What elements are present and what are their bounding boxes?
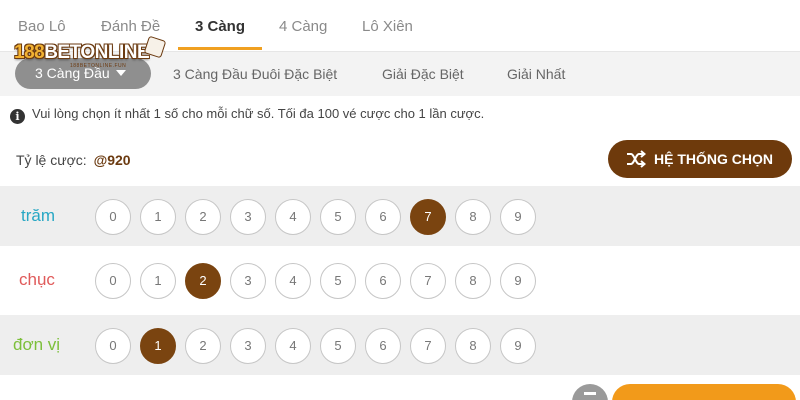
rules-notice: i Vui lòng chọn ít nhất 1 số cho mỗi chữ …: [10, 106, 484, 124]
digit-row-units: đơn vị 0123456789: [0, 315, 800, 375]
active-tab-indicator: [178, 47, 262, 50]
subtab-3-cang-dau-duoi-dac-biet[interactable]: 3 Càng Đầu Đuôi Đặc Biệt: [173, 66, 337, 82]
tab-4-cang[interactable]: 4 Càng: [279, 18, 327, 35]
number-ball-units-9[interactable]: 9: [500, 328, 536, 364]
number-ball-tens-9[interactable]: 9: [500, 263, 536, 299]
number-ball-hundreds-3[interactable]: 3: [230, 199, 266, 235]
number-ball-hundreds-9[interactable]: 9: [500, 199, 536, 235]
odds-display: Tỷ lệ cược: @920: [16, 152, 131, 168]
number-ball-tens-1[interactable]: 1: [140, 263, 176, 299]
number-ball-hundreds-8[interactable]: 8: [455, 199, 491, 235]
system-pick-button[interactable]: HỆ THỐNG CHỌN: [608, 140, 792, 178]
number-ball-hundreds-2[interactable]: 2: [185, 199, 221, 235]
number-ball-hundreds-1[interactable]: 1: [140, 199, 176, 235]
number-ball-hundreds-4[interactable]: 4: [275, 199, 311, 235]
number-ball-units-1[interactable]: 1: [140, 328, 176, 364]
number-ball-units-0[interactable]: 0: [95, 328, 131, 364]
tab-bao-lo[interactable]: Bao Lô: [18, 18, 66, 35]
system-pick-label: HỆ THỐNG CHỌN: [654, 151, 773, 167]
row-label-units: đơn vị: [13, 335, 61, 354]
number-ball-units-7[interactable]: 7: [410, 328, 446, 364]
number-ball-units-4[interactable]: 4: [275, 328, 311, 364]
digit-row-tens: chục 0123456789: [0, 250, 800, 310]
odds-label: Tỷ lệ cược:: [16, 152, 87, 168]
odds-value: @920: [93, 152, 131, 168]
subtab-giai-nhat[interactable]: Giải Nhất: [507, 66, 565, 82]
caret-down-icon: [115, 70, 126, 77]
number-ball-units-5[interactable]: 5: [320, 328, 356, 364]
number-ball-tens-7[interactable]: 7: [410, 263, 446, 299]
number-ball-tens-6[interactable]: 6: [365, 263, 401, 299]
number-ball-tens-8[interactable]: 8: [455, 263, 491, 299]
number-ball-hundreds-6[interactable]: 6: [365, 199, 401, 235]
tab-lo-xien[interactable]: Lô Xiên: [362, 18, 413, 35]
trash-icon: [584, 392, 596, 395]
clear-selection-button[interactable]: [572, 384, 608, 400]
logo-subtext: 188BETONLINE.FUN: [70, 63, 127, 69]
info-icon: i: [10, 109, 25, 124]
number-ball-hundreds-0[interactable]: 0: [95, 199, 131, 235]
number-ball-units-3[interactable]: 3: [230, 328, 266, 364]
number-ball-hundreds-5[interactable]: 5: [320, 199, 356, 235]
notice-text: Vui lòng chọn ít nhất 1 số cho mỗi chữ s…: [32, 106, 485, 121]
add-ticket-button[interactable]: [612, 384, 796, 400]
number-ball-tens-0[interactable]: 0: [95, 263, 131, 299]
brand-logo: 188BETONLINE 188BETONLINE.FUN: [14, 35, 167, 70]
number-ball-tens-4[interactable]: 4: [275, 263, 311, 299]
number-ball-units-2[interactable]: 2: [185, 328, 221, 364]
number-ball-tens-3[interactable]: 3: [230, 263, 266, 299]
digit-row-hundreds: trăm 0123456789: [0, 186, 800, 246]
logo-text: 188BETONLINE: [14, 42, 150, 63]
number-ball-tens-2[interactable]: 2: [185, 263, 221, 299]
tab-danh-de[interactable]: Đánh Đề: [101, 18, 160, 35]
number-ball-units-8[interactable]: 8: [455, 328, 491, 364]
row-label-tens: chục: [19, 270, 55, 289]
tab-3-cang[interactable]: 3 Càng: [195, 18, 245, 35]
number-ball-hundreds-7[interactable]: 7: [410, 199, 446, 235]
subtab-giai-dac-biet[interactable]: Giải Đặc Biệt: [382, 66, 464, 82]
number-ball-units-6[interactable]: 6: [365, 328, 401, 364]
shuffle-icon: [627, 150, 646, 168]
number-ball-tens-5[interactable]: 5: [320, 263, 356, 299]
row-label-hundreds: trăm: [21, 206, 55, 225]
